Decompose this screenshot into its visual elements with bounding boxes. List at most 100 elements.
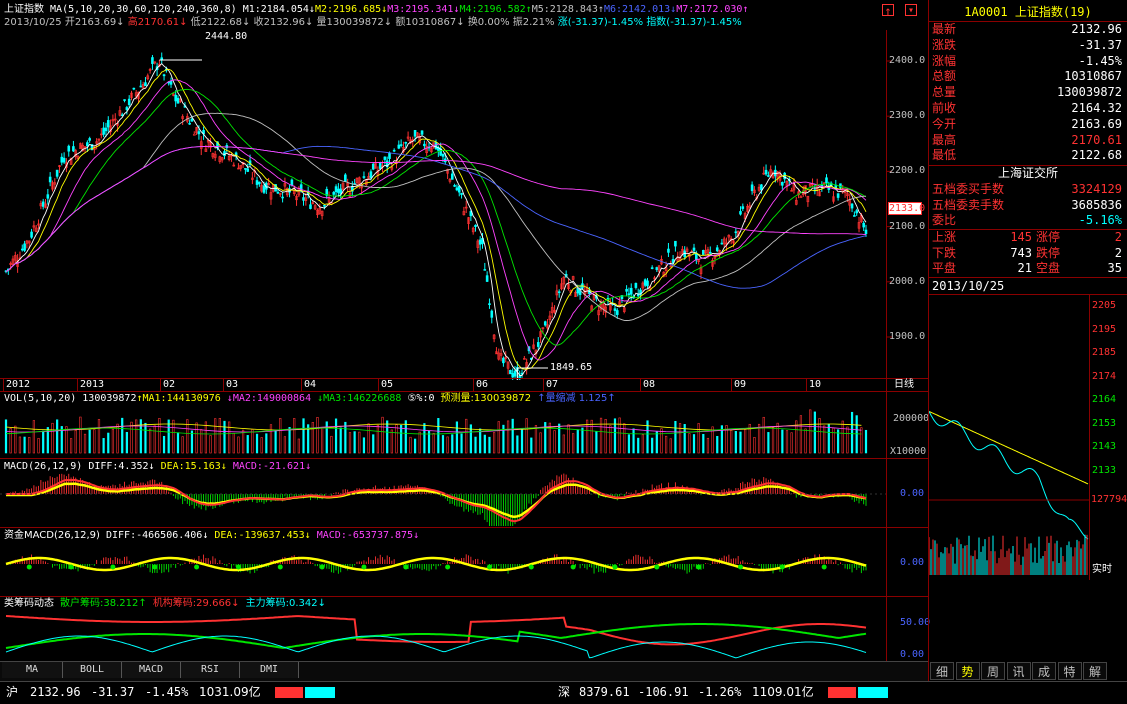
quote-value: 2164.32 xyxy=(1071,101,1122,115)
volume-bar xyxy=(818,418,821,454)
candle-body xyxy=(378,162,382,169)
candle-body xyxy=(244,168,247,170)
candle-body xyxy=(162,74,166,77)
tab-macd[interactable]: MACD xyxy=(122,662,181,678)
side-tab[interactable]: 讯 xyxy=(1006,662,1031,680)
volume-bar xyxy=(325,421,328,454)
volume-bar xyxy=(437,418,440,454)
sz-price: 8379.61 xyxy=(579,685,630,699)
scroll-up-icon[interactable]: ↑ xyxy=(882,4,894,17)
candle-body xyxy=(488,303,491,306)
date-axis-tick xyxy=(3,379,4,391)
candle-body xyxy=(636,294,640,297)
candle-body xyxy=(667,248,670,253)
ma-params: MA(5,10,20,30,60,120,240,360,8) xyxy=(50,4,237,15)
kline-chart[interactable] xyxy=(0,30,928,380)
header-stat-9: 涨(-31.37)-1.45% xyxy=(557,17,647,28)
quote-value: 2122.68 xyxy=(1071,148,1122,163)
volume-bar xyxy=(572,433,575,454)
volume-bar xyxy=(864,429,868,454)
volume-bar xyxy=(493,432,496,454)
volume-bar xyxy=(753,437,756,454)
fund-macd-chart[interactable] xyxy=(0,540,886,595)
candle-body xyxy=(655,267,659,270)
side-tab[interactable]: 细 xyxy=(930,662,954,680)
volume-bar xyxy=(311,422,314,454)
volume-bar xyxy=(28,437,31,454)
candle-body xyxy=(513,370,517,377)
candle-body xyxy=(197,131,201,135)
date-axis-label: 07 xyxy=(546,379,559,390)
buy-volume-label: 五档委买手数 xyxy=(932,182,1005,196)
volume-bar xyxy=(260,437,263,454)
candle-body xyxy=(332,192,336,195)
scroll-down-icon[interactable]: ▾ xyxy=(905,4,917,16)
intraday-chart[interactable] xyxy=(929,295,1089,580)
volume-bar xyxy=(697,423,700,454)
volume-bar xyxy=(465,418,468,454)
quote-row: 今开 2163.69 xyxy=(930,117,1126,132)
volume-bar xyxy=(813,411,816,454)
fund-macd-marker xyxy=(152,564,158,570)
tab-rsi[interactable]: RSI xyxy=(181,662,240,678)
quote-row: 总量 130039872 xyxy=(930,85,1126,100)
ma-line xyxy=(5,88,867,346)
chip-chart[interactable] xyxy=(0,608,886,661)
volume-bar xyxy=(167,419,170,454)
candle-body xyxy=(397,144,401,149)
volume-bar xyxy=(251,429,254,454)
quote-row: 最高 2170.61 xyxy=(930,133,1126,148)
volume-chart[interactable] xyxy=(0,405,886,457)
volume-bar xyxy=(432,432,435,454)
volume-bar xyxy=(665,435,668,454)
volume-bar xyxy=(627,434,631,454)
volume-bar xyxy=(358,431,361,454)
tab-ma[interactable]: MA xyxy=(2,662,63,678)
candle-body xyxy=(423,143,426,147)
volume-bar xyxy=(479,428,482,454)
quote-title: 1A0001 上证指数(19) xyxy=(930,4,1126,20)
quote-label: 前收 xyxy=(932,101,957,115)
macd-chart[interactable] xyxy=(0,470,886,526)
candle-body xyxy=(106,120,110,128)
candle-body xyxy=(41,201,45,207)
volume-bar xyxy=(400,424,403,454)
fund-macd-marker xyxy=(445,564,451,570)
breadth-label: 平盘 xyxy=(932,261,957,275)
tab-dmi[interactable]: DMI xyxy=(240,662,299,678)
quote-row: 最低 2122.68 xyxy=(930,148,1126,163)
candle-body xyxy=(453,185,456,187)
side-tab[interactable]: 周 xyxy=(981,662,1005,680)
volume-bar xyxy=(823,425,826,454)
fund-macd-marker xyxy=(194,564,200,570)
intraday-price-tick: 2195 xyxy=(1092,323,1117,335)
side-tab[interactable]: 成 xyxy=(1032,662,1056,680)
tab-boll[interactable]: BOLL xyxy=(63,662,122,678)
candle-body xyxy=(151,57,154,64)
candle-body xyxy=(174,94,177,102)
period-label[interactable]: 日线 xyxy=(894,379,914,391)
volume-bar xyxy=(516,435,519,454)
volume-bar xyxy=(716,435,719,454)
candle-body xyxy=(783,172,786,180)
volume-bar xyxy=(293,418,296,454)
side-tab[interactable]: 势 xyxy=(955,662,980,680)
candle-body xyxy=(634,282,638,288)
volume-bar xyxy=(776,422,779,454)
side-tab[interactable]: 特 xyxy=(1057,662,1082,680)
ratio-row: 委比 -5.16% xyxy=(930,213,1126,228)
chip-line xyxy=(5,635,867,659)
side-tab[interactable]: 解 xyxy=(1083,662,1107,680)
date-axis-label: 08 xyxy=(643,379,656,390)
intraday-realtime-label[interactable]: 实时 xyxy=(1092,564,1112,576)
main-header-line2: 2013/10/25 开2163.69↓ 高2170.61↓ 低2122.68↓… xyxy=(4,17,742,29)
volume-bar xyxy=(265,433,268,454)
sz-label: 深 xyxy=(558,685,571,699)
volume-bar xyxy=(228,421,231,454)
fund-macd-marker xyxy=(528,564,534,570)
intraday-price-tick: 2143 xyxy=(1092,441,1117,452)
volume-bar xyxy=(302,418,305,454)
volume-bar xyxy=(130,421,133,454)
candle-body xyxy=(404,141,408,144)
volume-bar xyxy=(218,418,221,454)
